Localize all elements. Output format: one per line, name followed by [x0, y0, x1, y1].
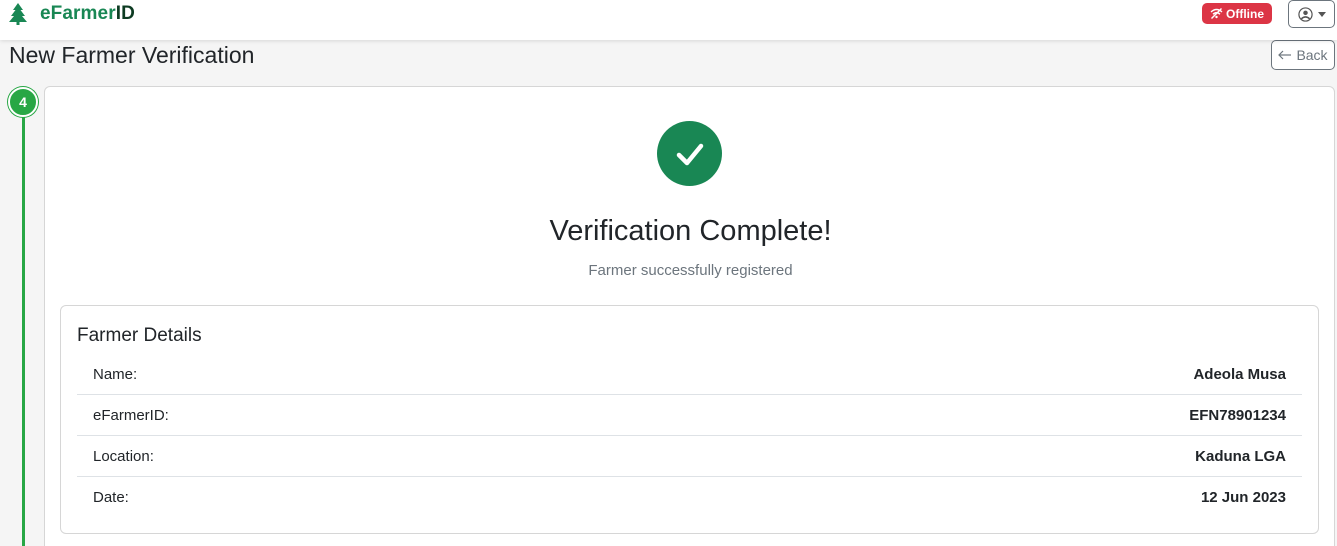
- check-icon: [676, 143, 703, 165]
- user-circle-icon: [1297, 6, 1313, 22]
- result-subheading: Farmer successfully registered: [588, 262, 793, 279]
- detail-value: 12 Jun 2023: [1200, 489, 1286, 506]
- detail-value: Adeola Musa: [1193, 365, 1286, 383]
- verification-result-card: Verification Complete! Farmer successful…: [44, 86, 1335, 546]
- detail-row-location: Location: Kaduna LGA: [77, 436, 1302, 477]
- offline-label: Offline: [1226, 6, 1264, 21]
- detail-list: Name: Adeola Musa eFarmerID: EFN78901234…: [77, 354, 1302, 518]
- detail-label: Location:: [93, 447, 154, 465]
- farmer-details-card: Farmer Details Name: Adeola Musa eFarmer…: [60, 305, 1319, 534]
- detail-label: eFarmerID:: [93, 406, 169, 424]
- brand-name-prefix: eFarmer: [40, 3, 116, 24]
- check-circle-icon: [657, 121, 722, 186]
- step-indicator: 4: [8, 87, 38, 117]
- offline-status-badge: Offline: [1202, 3, 1272, 24]
- tree-icon: [9, 3, 27, 25]
- step-timeline-line: [22, 100, 25, 546]
- brand-logo[interactable]: eFarmerID: [9, 2, 135, 26]
- details-title: Farmer Details: [77, 325, 202, 346]
- top-navbar: eFarmerID Offline: [0, 0, 1337, 40]
- brand-name-suffix: ID: [115, 3, 135, 24]
- brand-name: eFarmerID: [40, 3, 135, 25]
- page-title: New Farmer Verification: [9, 42, 255, 68]
- chevron-down-icon: [1317, 11, 1326, 17]
- wifi-off-icon: [1210, 8, 1223, 19]
- detail-row-date: Date: 12 Jun 2023: [77, 477, 1302, 518]
- result-heading: Verification Complete!: [549, 215, 832, 247]
- back-button[interactable]: Back: [1271, 40, 1335, 70]
- detail-label: Name:: [93, 365, 138, 383]
- user-menu-button[interactable]: [1288, 0, 1335, 28]
- detail-value: Kaduna LGA: [1195, 447, 1286, 465]
- detail-row-efarmerid: eFarmerID: EFN78901234: [77, 395, 1302, 436]
- detail-row-name: Name: Adeola Musa: [77, 354, 1302, 395]
- detail-label: Date:: [93, 489, 129, 506]
- arrow-left-icon: [1278, 50, 1292, 60]
- detail-value: EFN78901234: [1189, 406, 1286, 424]
- back-label: Back: [1296, 47, 1328, 63]
